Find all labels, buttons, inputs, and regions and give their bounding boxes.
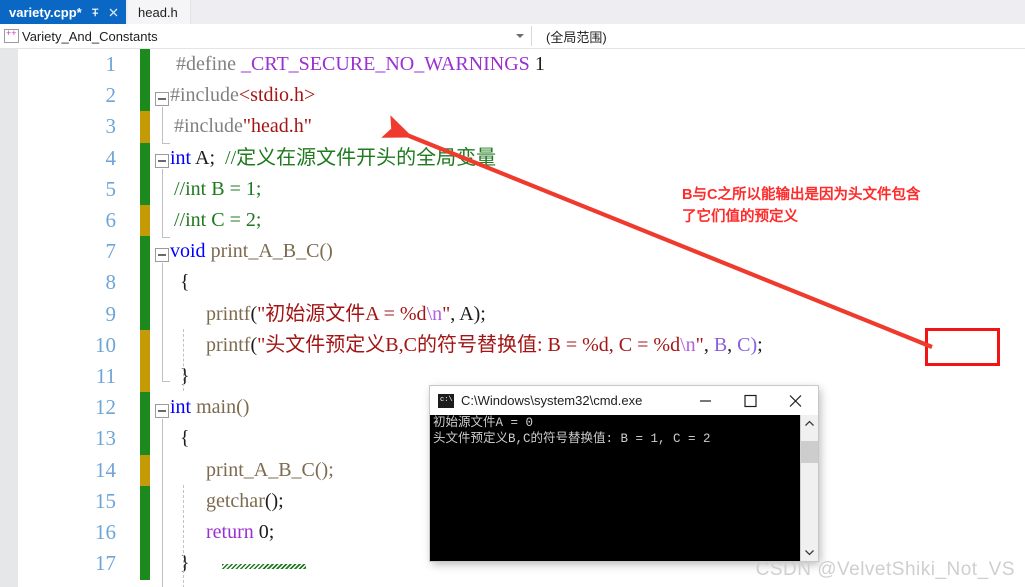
- minimize-icon[interactable]: [683, 386, 728, 415]
- line-number-11: 11: [95, 364, 116, 388]
- code-text-line-7[interactable]: void print_A_B_C(): [170, 236, 333, 267]
- console-title-bar[interactable]: C:\Windows\system32\cmd.exe: [430, 386, 818, 415]
- fold-guide-4: [162, 419, 163, 587]
- line-number-13: 13: [95, 426, 116, 451]
- line-number-5: 5: [105, 176, 117, 201]
- code-line-1[interactable]: 1 #define _CRT_SECURE_NO_WARNINGS 1: [0, 49, 1025, 80]
- code-text-line-14[interactable]: print_A_B_C();: [206, 455, 334, 486]
- code-text-line-12[interactable]: int main(): [170, 392, 249, 423]
- code-text-line-9[interactable]: printf("初始源文件A = %d\n", A);: [206, 299, 486, 330]
- code-line-7[interactable]: 7 void print_A_B_C(): [0, 236, 1025, 267]
- code-text-line-16[interactable]: return 0;: [206, 517, 274, 548]
- console-output-line-2: 头文件预定义B,C的符号替换值: B = 1, C = 2: [433, 432, 711, 446]
- code-text-line-5[interactable]: //int B = 1;: [174, 174, 261, 205]
- code-text-line-2[interactable]: #include<stdio.h>: [170, 80, 315, 111]
- vs-editor-window: variety.cpp* head.h Variety_And_Constant…: [0, 0, 1025, 587]
- line-number-2: 2: [105, 83, 117, 108]
- console-output-line-1: 初始源文件A = 0: [433, 416, 534, 430]
- line-number-17: 17: [95, 551, 116, 576]
- code-text-line-15[interactable]: getchar();: [206, 486, 284, 517]
- code-text-line-8[interactable]: {: [180, 267, 190, 298]
- line-number-16: 16: [95, 520, 116, 544]
- member-dropdown[interactable]: (全局范围): [534, 25, 1025, 47]
- line-number-9: 9: [105, 301, 117, 326]
- tab-variety-cpp-label: variety.cpp*: [9, 4, 82, 20]
- pin-icon[interactable]: [89, 6, 102, 19]
- fold-toggle-line2[interactable]: [155, 92, 169, 106]
- fold-toggle-line7[interactable]: [155, 248, 169, 262]
- error-squiggle-getchar: [222, 564, 306, 569]
- tab-head-h-label: head.h: [138, 4, 178, 20]
- cpp-project-icon: [4, 28, 19, 43]
- code-line-4[interactable]: 4 int A; //定义在源文件开头的全局变量: [0, 143, 1025, 174]
- close-icon[interactable]: [773, 386, 818, 415]
- annotation-note-line2: 了它们值的预定义: [682, 209, 798, 225]
- console-scrollbar[interactable]: [800, 415, 818, 561]
- code-text-line-6[interactable]: //int C = 2;: [174, 205, 261, 236]
- line-number-3: 3: [105, 114, 117, 139]
- fold-guide-3: [162, 263, 163, 381]
- member-dropdown-label: (全局范围): [546, 29, 607, 45]
- console-output-area[interactable]: 初始源文件A = 0 头文件预定义B,C的符号替换值: B = 1, C = 2: [430, 415, 818, 561]
- cmd-console-window[interactable]: C:\Windows\system32\cmd.exe 初始源文件A = 0 头…: [430, 386, 818, 561]
- console-title-label: C:\Windows\system32\cmd.exe: [461, 393, 643, 408]
- line-number-1: 1: [105, 52, 117, 76]
- code-line-2[interactable]: 2 #include<stdio.h>: [0, 80, 1025, 111]
- editor-tab-bar: variety.cpp* head.h: [0, 0, 1025, 24]
- watermark: CSDN @VelvetShiki_Not_VS: [755, 559, 1015, 580]
- fold-guide-1-end: [162, 143, 170, 144]
- code-text-line-3[interactable]: #include"head.h": [174, 111, 312, 142]
- navigation-bar: Variety_And_Constants (全局范围): [0, 24, 1025, 49]
- indent-guide-1: [183, 329, 184, 391]
- code-text-line-17[interactable]: }: [180, 548, 190, 579]
- code-line-9[interactable]: 9 printf("初始源文件A = %d\n", A);: [0, 299, 1025, 330]
- code-line-10[interactable]: 10 printf("头文件预定义B,C的符号替换值: B = %d, C = %…: [0, 330, 1025, 361]
- code-text-line-1[interactable]: #define _CRT_SECURE_NO_WARNINGS 1: [176, 49, 545, 80]
- line-number-14: 14: [95, 457, 116, 482]
- annotation-highlight-box: [925, 328, 1000, 366]
- code-text-line-13[interactable]: {: [180, 423, 190, 454]
- chevron-down-icon[interactable]: [516, 34, 524, 38]
- scope-dropdown-label: Variety_And_Constants: [22, 28, 158, 44]
- code-text-line-4[interactable]: int A; //定义在源文件开头的全局变量: [170, 143, 496, 174]
- line-number-12: 12: [95, 395, 116, 420]
- indent-guide-2: [183, 485, 184, 587]
- close-icon[interactable]: [107, 6, 120, 19]
- tab-variety-cpp[interactable]: variety.cpp*: [0, 0, 126, 24]
- tab-head-h[interactable]: head.h: [128, 0, 191, 24]
- code-text-line-11[interactable]: }: [180, 361, 190, 392]
- line-number-10: 10: [95, 332, 116, 357]
- maximize-icon[interactable]: [728, 386, 773, 415]
- code-line-3[interactable]: 3 #include"head.h": [0, 111, 1025, 142]
- fold-guide-1: [162, 107, 163, 143]
- fold-guide-3-end: [162, 381, 170, 382]
- fold-guide-2-end: [162, 237, 170, 238]
- line-number-6: 6: [105, 208, 117, 232]
- code-text-line-10[interactable]: printf("头文件预定义B,C的符号替换值: B = %d, C = %d\…: [206, 330, 763, 361]
- line-number-4: 4: [105, 145, 117, 170]
- fold-toggle-line4[interactable]: [155, 154, 169, 168]
- annotation-note-line1: B与C之所以能输出是因为头文件包含: [682, 187, 921, 203]
- scope-dropdown[interactable]: Variety_And_Constants: [0, 25, 534, 47]
- navbar-divider: [531, 26, 532, 46]
- code-line-6[interactable]: 6 //int C = 2;: [0, 205, 1025, 236]
- console-scrollbar-thumb[interactable]: [801, 441, 818, 463]
- code-line-8[interactable]: 8{: [0, 267, 1025, 298]
- line-number-15: 15: [95, 488, 116, 513]
- chevron-up-icon[interactable]: [801, 415, 818, 432]
- line-number-8: 8: [105, 270, 117, 295]
- fold-toggle-line12[interactable]: [155, 404, 169, 418]
- line-number-7: 7: [105, 239, 117, 264]
- fold-guide-2: [162, 169, 163, 237]
- cmd-icon: [438, 393, 454, 408]
